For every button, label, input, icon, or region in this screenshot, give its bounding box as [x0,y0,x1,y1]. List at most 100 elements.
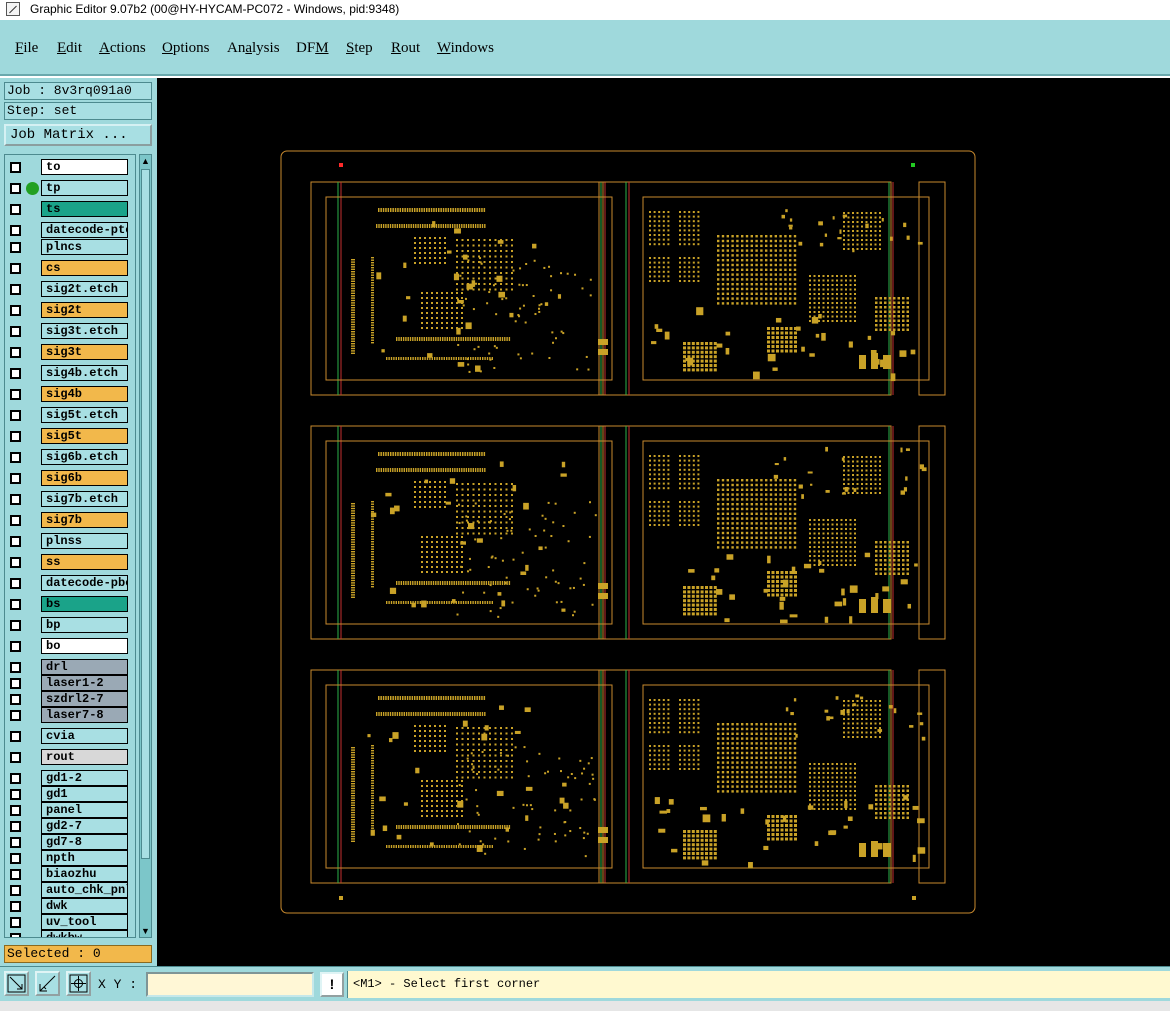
scroll-down-icon[interactable]: ▼ [140,925,151,937]
layer-checkbox[interactable] [10,678,21,689]
layer-row[interactable]: bp [5,617,135,634]
layer-name[interactable]: gd1-2 [41,770,128,786]
layer-checkbox[interactable] [10,389,21,400]
layer-name[interactable]: datecode-ptc [41,222,128,238]
layer-checkbox[interactable] [10,662,21,673]
layer-row[interactable]: gd1-2 [5,770,135,787]
layer-name[interactable]: sig7b.etch [41,491,128,507]
layer-name[interactable]: laser1-2 [41,675,128,691]
layer-checkbox[interactable] [10,710,21,721]
layer-row[interactable]: to [5,159,135,176]
layer-row[interactable]: gd1 [5,786,135,803]
menu-options[interactable]: Options [162,40,210,57]
layer-checkbox[interactable] [10,694,21,705]
layer-name[interactable]: gd2-7 [41,818,128,834]
layer-row[interactable]: gd7-8 [5,834,135,851]
layer-row[interactable]: sig3t.etch [5,323,135,340]
layer-name[interactable]: sig5t.etch [41,407,128,423]
zoom-box-icon[interactable] [4,971,29,996]
menu-edit[interactable]: Edit [57,40,82,57]
layer-name[interactable]: sig2t [41,302,128,318]
layer-checkbox[interactable] [10,536,21,547]
measure-icon[interactable] [35,971,60,996]
layer-row[interactable]: sig4b [5,386,135,403]
layer-row[interactable]: sig4b.etch [5,365,135,382]
layer-checkbox[interactable] [10,869,21,880]
layer-row[interactable]: bs [5,596,135,613]
layer-checkbox[interactable] [10,242,21,253]
layer-row[interactable]: cvia [5,728,135,745]
layer-name[interactable]: gd1 [41,786,128,802]
layer-name[interactable]: ss [41,554,128,570]
layer-checkbox[interactable] [10,620,21,631]
menu-actions[interactable]: Actions [99,40,146,57]
layer-checkbox[interactable] [10,641,21,652]
layer-name[interactable]: auto_chk_pnl [41,882,128,898]
layer-checkbox[interactable] [10,410,21,421]
layer-checkbox[interactable] [10,431,21,442]
scroll-thumb[interactable] [141,169,150,859]
menu-step[interactable]: Step [346,40,373,57]
layer-name[interactable]: szdrl2-7 [41,691,128,707]
layer-checkbox[interactable] [10,578,21,589]
menu-rout[interactable]: Rout [391,40,420,57]
layer-name[interactable]: drl [41,659,128,675]
layer-row[interactable]: laser1-2 [5,675,135,692]
menu-file[interactable]: File [15,40,38,57]
layer-row[interactable]: npth [5,850,135,867]
layer-checkbox[interactable] [10,347,21,358]
layer-checkbox[interactable] [10,162,21,173]
layer-checkbox[interactable] [10,821,21,832]
layer-checkbox[interactable] [10,183,21,194]
layer-row[interactable]: sig7b [5,512,135,529]
layer-checkbox[interactable] [10,204,21,215]
layer-row[interactable]: sig3t [5,344,135,361]
layer-checkbox[interactable] [10,515,21,526]
layer-row[interactable]: datecode-ptc [5,222,135,239]
layer-name[interactable]: panel [41,802,128,818]
layer-row[interactable]: drl [5,659,135,676]
layer-row[interactable]: sig5t [5,428,135,445]
layer-checkbox[interactable] [10,368,21,379]
layer-name[interactable]: ts [41,201,128,217]
layer-checkbox[interactable] [10,599,21,610]
job-matrix-button[interactable]: Job Matrix ... [4,124,152,146]
layer-row[interactable]: panel [5,802,135,819]
layer-name[interactable]: tp [41,180,128,196]
layer-checkbox[interactable] [10,326,21,337]
layer-name[interactable]: dwkbw [41,930,128,937]
layer-name[interactable]: sig4b.etch [41,365,128,381]
layer-checkbox[interactable] [10,731,21,742]
layer-row[interactable]: dwkbw [5,930,135,937]
menu-dfm[interactable]: DFM [296,40,329,57]
layer-checkbox[interactable] [10,901,21,912]
layer-name[interactable]: plncs [41,239,128,255]
layer-checkbox[interactable] [10,452,21,463]
layer-row[interactable]: uv_tool [5,914,135,931]
layer-checkbox[interactable] [10,789,21,800]
xy-coordinate-input[interactable] [146,972,314,997]
layer-row[interactable]: sig7b.etch [5,491,135,508]
graphic-canvas[interactable] [157,78,1170,966]
layer-name[interactable]: plnss [41,533,128,549]
layer-name[interactable]: dwk [41,898,128,914]
layer-checkbox[interactable] [10,773,21,784]
snap-grid-icon[interactable] [66,971,91,996]
layer-checkbox[interactable] [10,805,21,816]
layer-row[interactable]: sig2t [5,302,135,319]
layer-row[interactable]: sig5t.etch [5,407,135,424]
layer-name[interactable]: sig6b.etch [41,449,128,465]
layer-row[interactable]: ss [5,554,135,571]
layer-checkbox[interactable] [10,284,21,295]
layer-row[interactable]: rout [5,749,135,766]
layer-row[interactable]: tp [5,180,135,197]
layer-checkbox[interactable] [10,752,21,763]
layer-row[interactable]: dwk [5,898,135,915]
layer-checkbox[interactable] [10,305,21,316]
layer-row[interactable]: sig6b.etch [5,449,135,466]
layer-name[interactable]: npth [41,850,128,866]
layer-row[interactable]: auto_chk_pnl [5,882,135,899]
layer-name[interactable]: sig3t.etch [41,323,128,339]
layer-row[interactable]: sig6b [5,470,135,487]
layer-name[interactable]: laser7-8 [41,707,128,723]
